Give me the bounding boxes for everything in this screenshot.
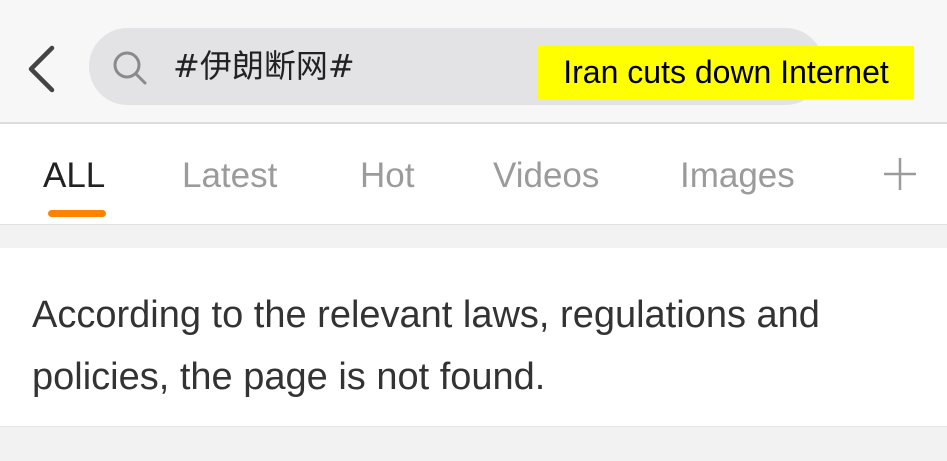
- top-bar: #伊朗断网# Iran cuts down Internet: [0, 0, 947, 124]
- search-query-text[interactable]: #伊朗断网#: [173, 46, 355, 86]
- tab-bar: ALL Latest Hot Videos Images: [0, 124, 947, 224]
- translation-annotation: Iran cuts down Internet: [538, 46, 914, 99]
- search-icon: [113, 51, 147, 85]
- chevron-left-icon[interactable]: [22, 42, 62, 96]
- not-found-card: According to the relevant laws, regulati…: [0, 248, 947, 427]
- section-divider: [0, 224, 947, 248]
- tab-latest[interactable]: Latest: [182, 154, 277, 198]
- tab-hot[interactable]: Hot: [360, 154, 414, 198]
- active-tab-indicator: [48, 210, 106, 217]
- not-found-message: According to the relevant laws, regulati…: [32, 294, 820, 398]
- tab-all[interactable]: ALL: [43, 154, 105, 198]
- plus-icon[interactable]: [880, 154, 920, 194]
- tab-videos[interactable]: Videos: [493, 154, 599, 198]
- bottom-strip: [0, 427, 947, 461]
- tab-images[interactable]: Images: [680, 154, 795, 198]
